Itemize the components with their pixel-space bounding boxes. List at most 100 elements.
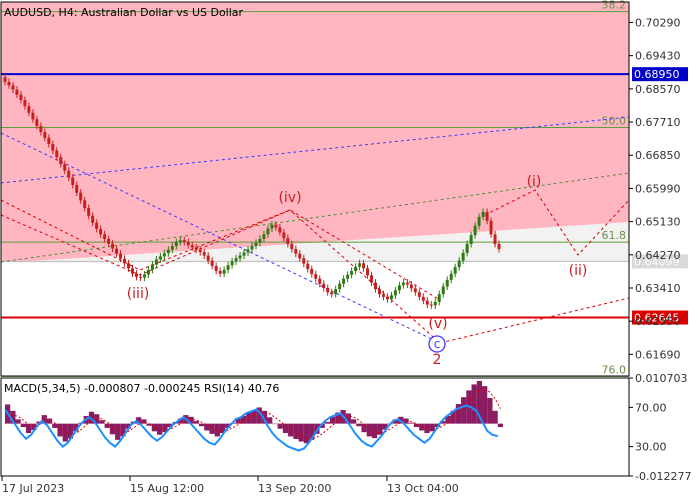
candle-body <box>23 100 27 107</box>
macd-bar <box>15 419 21 424</box>
candle-body <box>469 235 473 244</box>
candle-body <box>497 244 501 250</box>
macd-bar <box>482 386 488 424</box>
candle-body <box>7 81 11 86</box>
indicator-axis-tick-label: -0.012277 <box>635 470 691 483</box>
candle-body <box>282 232 286 239</box>
candle-body <box>274 224 278 228</box>
candle-body <box>115 248 119 254</box>
candle-body <box>238 255 242 259</box>
fibonacci-level-label: 61.8 <box>602 229 627 242</box>
macd-bar <box>20 423 26 428</box>
chart-canvas[interactable]: 38.20.6895050.061.80.640990.6264576.0 (i… <box>0 0 700 500</box>
macd-bar <box>204 423 210 431</box>
macd-bar <box>272 423 278 425</box>
chart-window: 38.2 0.68950 50.0 61.8 0.64099 0.62645 76.0 (i… <box>0 0 700 500</box>
candle-body <box>214 266 218 272</box>
candle-body <box>59 157 63 165</box>
candle-body <box>103 234 107 239</box>
candle-body <box>91 215 95 223</box>
candle-body <box>405 282 409 285</box>
candle-body <box>473 225 477 236</box>
candle-body <box>162 253 166 257</box>
price-axis-tick-label: 0.68570 <box>635 83 681 96</box>
candle-body <box>413 288 417 293</box>
candle-body <box>294 249 298 254</box>
candle-body <box>202 252 206 256</box>
candle-body <box>123 258 127 264</box>
candle-body <box>130 268 134 274</box>
price-axis-tick-label: 0.70290 <box>635 16 681 29</box>
candle-body <box>429 304 433 306</box>
candle-body <box>286 238 290 244</box>
candle-body <box>421 296 425 301</box>
candle-body <box>107 238 111 244</box>
candle-body <box>374 282 378 290</box>
candle-body <box>75 184 79 193</box>
price-axis-tick-label: 0.63410 <box>635 282 681 295</box>
candle-body <box>393 290 397 296</box>
candle-body <box>401 282 405 286</box>
macd-bar <box>356 423 362 427</box>
wave-label: (iii) <box>127 286 150 302</box>
price-axis-tick-label: 0.65990 <box>635 182 681 195</box>
candle-body <box>186 242 190 246</box>
candle-body <box>87 208 91 216</box>
candle-body <box>99 228 103 235</box>
price-axis-tick-label: 0.66850 <box>635 149 681 162</box>
candle-body <box>302 258 306 264</box>
price-axis-tick-label: 0.64270 <box>635 249 681 262</box>
macd-bar <box>324 421 331 424</box>
indicator-title: MACD(5,34,5) -0.000807 -0.000245 RSI(14)… <box>4 382 279 395</box>
candle-body <box>318 278 322 284</box>
candle-body <box>63 164 67 171</box>
candle-body <box>27 106 31 113</box>
candle-body <box>111 243 115 249</box>
candle-body <box>310 269 314 275</box>
candle-body <box>3 77 7 82</box>
macd-bar <box>267 417 273 424</box>
candle-body <box>170 245 174 250</box>
candle-body <box>11 85 15 90</box>
candle-body <box>481 211 485 217</box>
candle-body <box>158 256 162 260</box>
macd-bar <box>461 397 467 424</box>
candle-body <box>477 216 481 226</box>
macd-bar <box>492 410 498 424</box>
candle-body <box>270 224 274 229</box>
macd-bar <box>419 423 425 431</box>
price-axis-tick-label: 0.62550 <box>635 315 681 328</box>
wave-label: 2 <box>433 352 442 368</box>
candle-body <box>381 294 385 297</box>
candle-body <box>79 192 83 201</box>
wave-label: (i) <box>527 174 542 190</box>
candle-body <box>298 253 302 259</box>
price-axis-tick-label: 0.65130 <box>635 216 681 229</box>
macd-bar <box>429 423 435 432</box>
indicator-axis-tick-label: 70.00 <box>635 401 667 414</box>
candle-body <box>246 249 250 253</box>
candle-body <box>489 220 493 235</box>
candle-body <box>350 271 354 275</box>
candle-body <box>67 170 71 178</box>
candle-body <box>51 144 55 151</box>
candle-body <box>222 269 226 274</box>
candle-body <box>417 292 421 297</box>
macd-bar <box>298 423 304 442</box>
candle-body <box>119 253 123 259</box>
candle-body <box>47 137 51 145</box>
candle-body <box>314 274 318 279</box>
macd-bar <box>471 384 477 424</box>
candle-body <box>366 268 370 276</box>
candle-body <box>262 234 266 239</box>
candle-body <box>15 89 19 95</box>
candle-body <box>31 112 35 120</box>
candle-body <box>194 247 198 250</box>
macd-bar <box>371 423 378 439</box>
candle-body <box>385 296 389 300</box>
candle-body <box>150 264 154 270</box>
candle-body <box>146 269 150 275</box>
macd-bar <box>62 423 68 442</box>
candle-body <box>166 249 170 254</box>
price-axis-tick-label: 0.67710 <box>635 116 681 129</box>
